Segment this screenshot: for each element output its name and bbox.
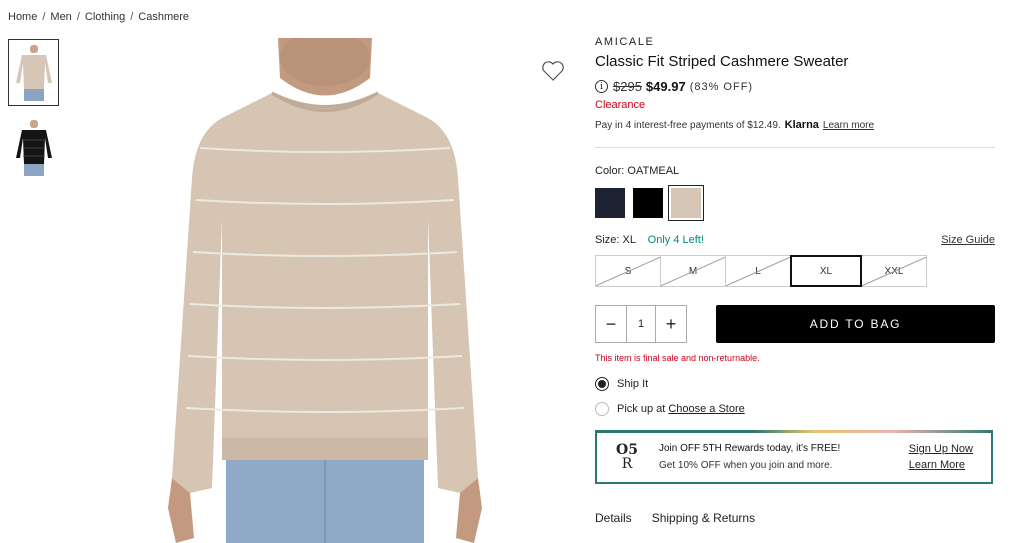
price-row: i $295 $49.97 (83% OFF) (595, 79, 995, 94)
breadcrumb-separator: / (42, 11, 46, 23)
thumbnail-oatmeal[interactable] (8, 39, 59, 106)
info-icon[interactable]: i (595, 80, 608, 93)
divider (595, 147, 995, 148)
size-label: Size: (595, 234, 620, 246)
quantity-decrement-button[interactable]: − (596, 306, 626, 342)
tab-details[interactable]: Details (595, 511, 632, 525)
size-option-s[interactable]: S (595, 255, 661, 287)
swatch-black[interactable] (633, 188, 663, 218)
choose-store-link[interactable]: Choose a Store (668, 403, 744, 415)
stock-notice: Only 4 Left! (647, 234, 704, 246)
discount-percent: (83% OFF) (689, 80, 754, 93)
color-selected-value: OATMEAL (627, 165, 680, 177)
size-row: Size: XL Only 4 Left! Size Guide (595, 234, 995, 246)
brand-name[interactable]: AMICALE (595, 36, 995, 48)
swatch-oatmeal[interactable] (668, 185, 704, 221)
breadcrumb-home[interactable]: Home (8, 11, 37, 23)
breadcrumb-cashmere[interactable]: Cashmere (138, 11, 189, 23)
rewards-logo: O5 R (607, 443, 647, 471)
quantity-increment-button[interactable]: + (656, 306, 686, 342)
rewards-learn-more-link[interactable]: Learn More (909, 459, 973, 471)
thumbnail-black[interactable] (8, 114, 59, 181)
sale-price: $49.97 (645, 79, 686, 94)
color-swatches (595, 185, 995, 221)
rewards-text: Join OFF 5TH Rewards today, it's FREE! G… (659, 443, 909, 471)
rewards-logo-top: O5 (616, 442, 638, 458)
pickup-label[interactable]: Pick up at (617, 403, 665, 415)
size-options: S M L XL XXL (595, 255, 995, 287)
pickup-option[interactable]: Pick up at Choose a Store (595, 402, 995, 416)
rewards-links: Sign Up Now Learn More (909, 443, 973, 471)
breadcrumb-clothing[interactable]: Clothing (85, 11, 125, 23)
color-label: Color: OATMEAL (595, 165, 995, 177)
klarna-message: Pay in 4 interest-free payments of $12.4… (595, 119, 995, 131)
quantity-stepper: − 1 + (595, 305, 687, 343)
final-sale-notice: This item is final sale and non-returnab… (595, 353, 760, 363)
size-option-xxl[interactable]: XXL (861, 255, 927, 287)
clearance-badge: Clearance (595, 99, 646, 111)
ship-it-label[interactable]: Ship It (617, 378, 648, 390)
tab-shipping-returns[interactable]: Shipping & Returns (652, 511, 755, 525)
klarna-logo: Klarna (784, 119, 819, 131)
rewards-signup-link[interactable]: Sign Up Now (909, 443, 973, 455)
color-label-text: Color: (595, 165, 625, 177)
cart-row: − 1 + ADD TO BAG (595, 305, 995, 343)
breadcrumb-separator: / (76, 11, 80, 23)
thumbnail-list (8, 39, 60, 189)
rewards-subtext: Get 10% OFF when you join and more. (659, 460, 833, 471)
size-option-l[interactable]: L (725, 255, 791, 287)
rewards-logo-bottom: R (621, 456, 633, 472)
original-price: $295 (613, 79, 642, 94)
klarna-text: Pay in 4 interest-free payments of $12.4… (595, 119, 781, 131)
rewards-banner: O5 R Join OFF 5TH Rewards today, it's FR… (595, 430, 993, 484)
size-guide-link[interactable]: Size Guide (941, 234, 995, 246)
heart-icon[interactable] (541, 60, 565, 87)
breadcrumb-men[interactable]: Men (50, 11, 71, 23)
rewards-headline: Join OFF 5TH Rewards today, it's FREE! (659, 443, 841, 454)
product-info: AMICALE Classic Fit Striped Cashmere Swe… (595, 36, 995, 525)
detail-tabs: Details Shipping & Returns (595, 511, 995, 525)
breadcrumb: Home / Men / Clothing / Cashmere (8, 11, 189, 23)
size-option-m[interactable]: M (660, 255, 726, 287)
pickup-radio[interactable] (595, 402, 609, 416)
quantity-value[interactable]: 1 (626, 306, 656, 342)
product-title: Classic Fit Striped Cashmere Sweater (595, 53, 849, 70)
swatch-navy[interactable] (595, 188, 625, 218)
ship-it-option[interactable]: Ship It (595, 377, 995, 391)
size-option-xl[interactable]: XL (790, 255, 862, 287)
ship-it-radio[interactable] (595, 377, 609, 391)
klarna-learn-more-link[interactable]: Learn more (823, 120, 874, 131)
breadcrumb-separator: / (130, 11, 134, 23)
add-to-bag-button[interactable]: ADD TO BAG (716, 305, 995, 343)
product-image[interactable] (160, 38, 490, 543)
size-selected-value: XL (622, 234, 636, 246)
